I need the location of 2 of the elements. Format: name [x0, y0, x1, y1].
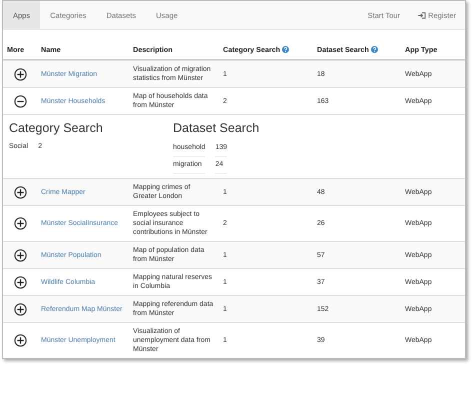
- section-title: Category Search: [9, 121, 104, 135]
- section-title: Dataset Search: [173, 121, 260, 135]
